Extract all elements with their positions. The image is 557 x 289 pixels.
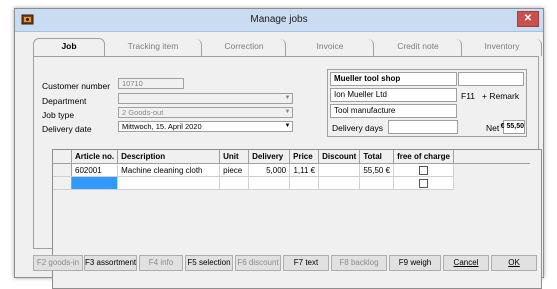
backlog-button[interactable]: F8 backlog	[331, 255, 387, 271]
chevron-down-icon: ▼	[284, 109, 291, 115]
cell-free-of-charge[interactable]	[393, 163, 454, 177]
col-total[interactable]: Total	[359, 150, 395, 164]
col-unit[interactable]: Unit	[219, 150, 250, 164]
cell-price[interactable]: 1,11 €	[289, 163, 320, 177]
cell-total[interactable]: 55,50 €	[359, 163, 395, 177]
customer-number-field[interactable]: 10710	[118, 78, 184, 89]
cell-delivery[interactable]: 5,000	[248, 163, 291, 177]
col-price[interactable]: Price	[289, 150, 320, 164]
customer-extra-field[interactable]	[458, 72, 524, 86]
selection-button[interactable]: F5 selection	[185, 255, 233, 271]
table-row[interactable]: 602001 Machine cleaning cloth piece 5,00…	[53, 163, 530, 177]
window-title: Manage jobs	[250, 14, 308, 25]
cell-free-of-charge-new[interactable]	[393, 176, 454, 190]
tab-inventory[interactable]: Inventory	[463, 39, 542, 56]
tab-tracking-item[interactable]: Tracking item	[105, 39, 202, 56]
close-button[interactable]: ✕	[517, 11, 539, 27]
delivery-days-label: Delivery days	[332, 123, 384, 133]
chevron-down-icon: ▼	[284, 95, 291, 101]
cell-price-new[interactable]	[289, 176, 320, 190]
cell-total-new[interactable]	[359, 176, 395, 190]
col-discount[interactable]: Discount	[318, 150, 361, 164]
table-header-row: Article no. Description Unit Delivery Pr…	[53, 150, 530, 164]
remark-link[interactable]: + Remark	[482, 91, 519, 101]
customer-address-box: Mueller tool shop Ion Mueller Ltd F11 + …	[327, 69, 527, 137]
row-header[interactable]	[53, 163, 72, 177]
ok-button[interactable]: OK	[491, 255, 537, 271]
cell-discount-new[interactable]	[318, 176, 361, 190]
f11-label: F11	[461, 91, 476, 101]
delivery-days-field[interactable]	[388, 120, 458, 134]
tab-strip: Job Tracking item Correction Invoice Cre…	[33, 38, 543, 58]
title-bar[interactable]: Manage jobs ✕	[15, 9, 543, 32]
cell-article-no-new[interactable]	[71, 176, 119, 190]
customer-name: Mueller tool shop	[330, 72, 457, 86]
cell-unit[interactable]: piece	[219, 163, 250, 177]
chevron-down-icon: ▼	[284, 123, 291, 129]
article-table: Article no. Description Unit Delivery Pr…	[53, 150, 530, 190]
button-bar: F2 goods-in F3 assortment F4 info F5 sel…	[33, 255, 539, 273]
col-free-of-charge[interactable]: free of charge	[393, 150, 454, 164]
job-panel: Customer number 10710 Department ▼ Job t…	[33, 56, 542, 289]
row-header-corner	[53, 150, 72, 164]
cell-article-no[interactable]: 602001	[71, 163, 119, 177]
cell-unit-new[interactable]	[219, 176, 250, 190]
cancel-button[interactable]: Cancel	[443, 255, 489, 271]
cell-description[interactable]: Machine cleaning cloth	[117, 163, 221, 177]
cell-discount[interactable]	[318, 163, 361, 177]
manage-jobs-window: Manage jobs ✕ Job Tracking item Correcti…	[14, 8, 544, 289]
department-select[interactable]: ▼	[118, 93, 293, 104]
tab-job[interactable]: Job	[33, 38, 105, 58]
tab-correction[interactable]: Correction	[203, 39, 286, 56]
cell-description-new[interactable]	[117, 176, 221, 190]
free-of-charge-checkbox[interactable]	[419, 165, 429, 175]
delivery-date-value: Mittwoch, 15. April 2020	[122, 122, 202, 131]
goods-in-button[interactable]: F2 goods-in	[33, 255, 83, 271]
cell-delivery-new[interactable]	[248, 176, 291, 190]
discount-button[interactable]: F6 discount	[235, 255, 281, 271]
job-type-label: Job type	[42, 110, 75, 120]
tab-credit-note[interactable]: Credit note	[375, 39, 462, 56]
table-row[interactable]	[53, 176, 530, 190]
weigh-button[interactable]: F9 weigh	[389, 255, 441, 271]
text-button[interactable]: F7 text	[283, 255, 329, 271]
col-description[interactable]: Description	[117, 150, 221, 164]
free-of-charge-checkbox[interactable]	[419, 178, 429, 188]
customer-line3: Tool manufacture	[330, 104, 457, 118]
customer-number-label: Customer number	[42, 81, 111, 91]
assortment-button[interactable]: F3 assortment	[84, 255, 137, 271]
row-filler	[453, 176, 530, 190]
row-header[interactable]	[53, 176, 72, 190]
net-value: 55,50 €	[501, 120, 525, 134]
col-filler	[453, 150, 530, 164]
info-button[interactable]: F4 info	[139, 255, 183, 271]
row-filler	[453, 163, 530, 177]
col-delivery[interactable]: Delivery	[248, 150, 291, 164]
department-label: Department	[42, 96, 87, 106]
delivery-date-select[interactable]: Mittwoch, 15. April 2020 ▼	[118, 121, 293, 132]
tab-invoice[interactable]: Invoice	[287, 39, 374, 56]
net-label: Net	[486, 123, 500, 133]
col-article-no[interactable]: Article no.	[71, 150, 119, 164]
delivery-date-label: Delivery date	[42, 124, 92, 134]
customer-contact: Ion Mueller Ltd	[330, 88, 457, 102]
job-type-value: 2 Goods-out	[122, 108, 164, 117]
job-type-select[interactable]: 2 Goods-out ▼	[118, 107, 293, 118]
